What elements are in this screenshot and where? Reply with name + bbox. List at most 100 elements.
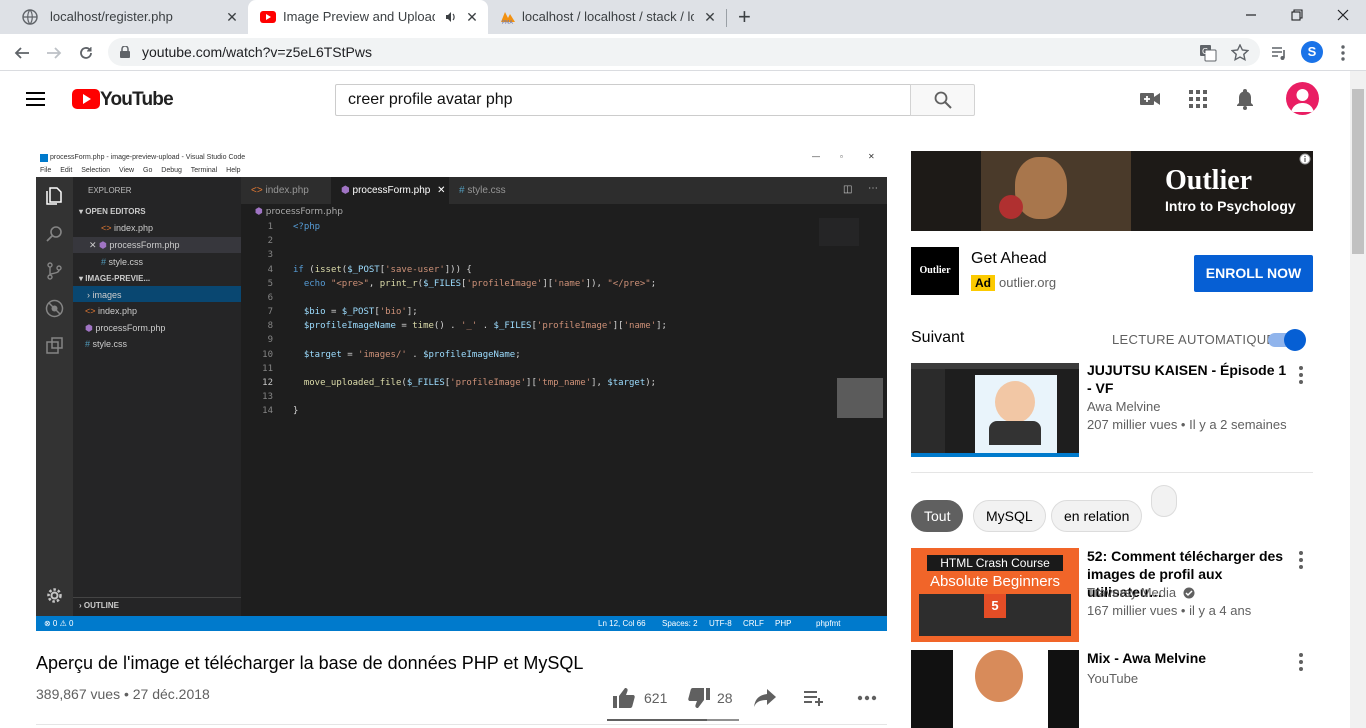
ad-banner-object	[999, 195, 1023, 219]
chip-related[interactable]: en relation	[1051, 500, 1143, 532]
youtube-logo-icon[interactable]	[72, 89, 100, 109]
ad-banner-image[interactable]: Outlier Intro to Psychology	[911, 151, 1313, 231]
video-player[interactable]: processForm.php - image-preview-upload -…	[36, 151, 887, 631]
profile-avatar-button[interactable]: S	[1301, 41, 1323, 63]
restore-button[interactable]	[1274, 0, 1320, 30]
bookmark-star-icon[interactable]	[1231, 44, 1249, 62]
video-channel[interactable]: YouTube	[1087, 671, 1138, 686]
apps-grid-icon[interactable]	[1186, 87, 1210, 111]
chip-all[interactable]: Tout	[911, 500, 964, 532]
video-title[interactable]: Mix - Awa Melvine	[1087, 649, 1292, 667]
address-bar[interactable]: youtube.com/watch?v=z5eL6TStPws	[108, 38, 1260, 66]
new-tab-button[interactable]: +	[738, 4, 751, 30]
vscode-editor-tabs: <> index.php ⬢ processForm.php ✕ # style…	[241, 177, 887, 204]
code-line: }	[293, 406, 299, 416]
video-menu-button[interactable]	[1293, 365, 1309, 385]
close-tab-icon[interactable]: ✕	[464, 9, 480, 25]
media-queue-icon[interactable]	[1270, 44, 1288, 62]
globe-icon	[22, 9, 38, 25]
vscode-logo-icon	[40, 154, 48, 162]
dislike-count: 28	[717, 690, 733, 706]
video-thumbnail[interactable]: HTML Crash Course Absolute Beginners 5	[911, 548, 1079, 642]
create-video-icon[interactable]	[1138, 87, 1162, 111]
webcam-overlay	[837, 378, 883, 418]
page-scrollbar[interactable]	[1350, 71, 1366, 728]
enroll-now-button[interactable]: ENROLL NOW	[1194, 255, 1313, 292]
debug-icon	[45, 299, 64, 318]
file-item: ⬢ processForm.php	[85, 323, 166, 333]
autoplay-toggle[interactable]	[1268, 329, 1306, 351]
forward-button[interactable]	[40, 39, 68, 67]
video-stats: 207 millier vues • Il y a 2 semaines	[1087, 417, 1287, 432]
minimize-icon	[1246, 14, 1256, 16]
video-menu-button[interactable]	[1293, 652, 1309, 672]
thumb-avatar	[975, 650, 1023, 702]
playlist-add-icon	[804, 691, 823, 706]
line-number: 12	[262, 378, 273, 388]
video-title[interactable]: JUJUTSU KAISEN - Épisode 1 - VF	[1087, 361, 1292, 397]
browser-tab-register[interactable]: localhost/register.php ✕	[8, 0, 246, 34]
code-line: move_uploaded_file($_FILES['profileImage…	[303, 378, 657, 388]
scrollbar-thumb[interactable]	[1352, 89, 1364, 254]
video-thumbnail[interactable]	[911, 650, 1079, 728]
chip-overflow[interactable]	[1151, 485, 1177, 517]
tab-title: Image Preview and Upload P	[283, 9, 435, 24]
video-title: Aperçu de l'image et télécharger la base…	[36, 653, 584, 673]
ad-info-icon[interactable]	[1299, 153, 1311, 165]
video-thumbnail[interactable]	[911, 363, 1079, 457]
back-button[interactable]	[8, 39, 36, 67]
status-eol: CRLF	[743, 619, 764, 628]
line-number: 4	[267, 265, 273, 275]
close-window-button[interactable]	[1320, 0, 1366, 30]
save-to-playlist-button[interactable]	[803, 686, 825, 710]
status-formatter: phpfmt	[816, 619, 841, 628]
code-line: echo "<pre>", print_r($_FILES['profileIm…	[303, 279, 657, 289]
minimize-button[interactable]	[1228, 0, 1274, 30]
code-line: $profileImageName = time() . '_' . $_FIL…	[303, 321, 667, 331]
video-menu-button[interactable]	[1293, 550, 1309, 570]
code-line: $target = 'images/' . $profileImageName;	[303, 350, 521, 360]
youtube-logo-text[interactable]: YouTube	[100, 89, 174, 111]
youtube-header: YouTube creer profile avatar php	[0, 71, 1350, 127]
open-editor-item: # style.css	[101, 257, 144, 267]
speaker-icon[interactable]	[445, 11, 457, 23]
reload-button[interactable]	[72, 39, 100, 67]
extensions-icon	[46, 337, 63, 354]
search-icon	[934, 91, 952, 109]
close-tab-icon[interactable]: ✕	[224, 9, 240, 25]
browser-tab-phpmyadmin[interactable]: PMA localhost / localhost / stack / log …	[488, 0, 726, 34]
up-next-heading: Suivant	[911, 329, 965, 346]
dislike-button[interactable]: 28	[687, 686, 733, 710]
like-ratio-bar	[607, 719, 739, 721]
chrome-menu-icon[interactable]	[1340, 44, 1346, 62]
ad-title[interactable]: Get Ahead	[971, 250, 1047, 268]
line-number: 9	[267, 335, 273, 345]
like-button[interactable]: 621	[612, 686, 667, 710]
editor-tab-active: ⬢ processForm.php ✕	[331, 177, 449, 204]
editor-breadcrumb: ⬢ processForm.php	[255, 207, 343, 217]
line-number: 6	[267, 293, 273, 303]
open-editor-item: ✕ ⬢ processForm.php	[89, 240, 180, 250]
ad-logo[interactable]: Outlier	[911, 247, 959, 295]
menu-view: View	[119, 167, 135, 174]
reload-icon	[80, 47, 92, 59]
video-channel[interactable]: Traversy Media	[1087, 585, 1195, 600]
search-input[interactable]: creer profile avatar php	[335, 84, 911, 116]
video-stats: 167 millier vues • il y a 4 ans	[1087, 603, 1252, 618]
video-channel[interactable]: Awa Melvine	[1087, 399, 1160, 414]
search-button[interactable]	[910, 84, 975, 116]
chip-mysql[interactable]: MySQL	[973, 500, 1046, 532]
ad-banner-person	[1015, 157, 1067, 219]
close-tab-icon[interactable]: ✕	[702, 9, 718, 25]
status-encoding: UTF-8	[709, 619, 732, 628]
account-avatar[interactable]	[1286, 82, 1319, 115]
notifications-bell-icon[interactable]	[1233, 87, 1257, 111]
restore-icon: ▫	[840, 152, 843, 161]
more-actions-button[interactable]	[857, 686, 877, 710]
share-button[interactable]	[753, 686, 777, 710]
translate-icon[interactable]: G	[1199, 44, 1217, 62]
split-editor-icon: ◫	[843, 184, 853, 195]
files-icon	[46, 187, 62, 205]
hamburger-menu-icon[interactable]	[26, 91, 46, 107]
browser-tab-youtube[interactable]: Image Preview and Upload P ✕	[248, 0, 488, 34]
